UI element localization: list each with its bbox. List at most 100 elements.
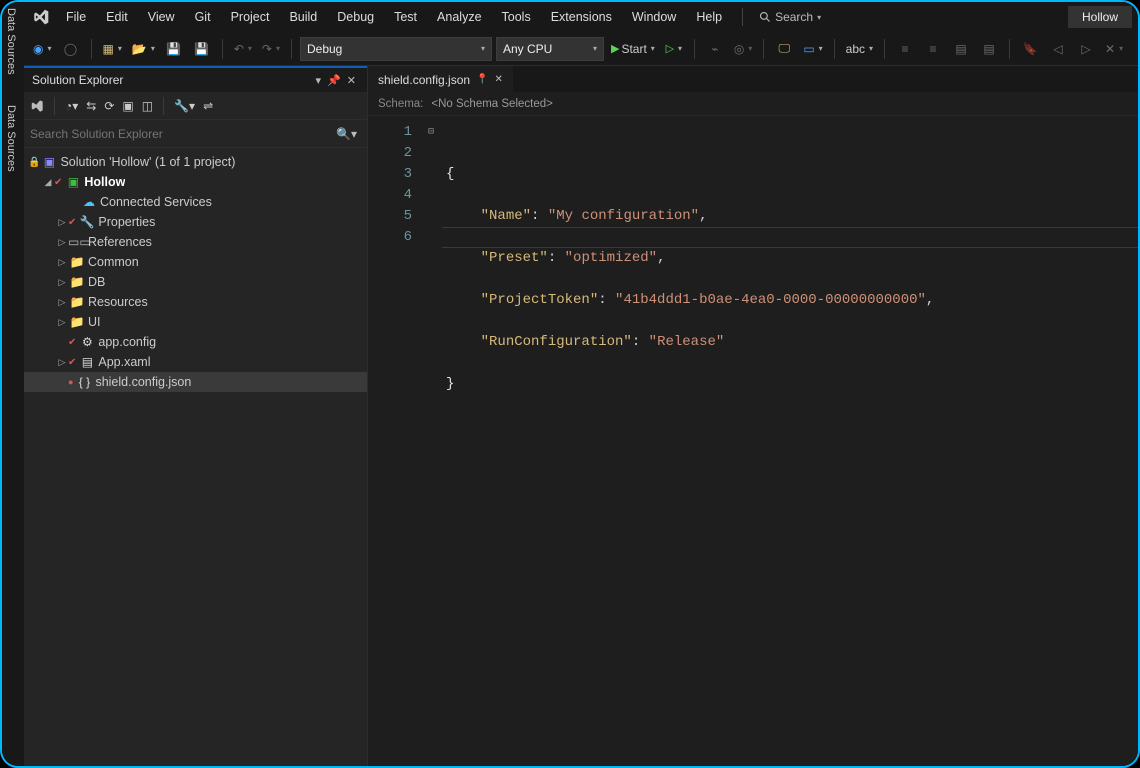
menu-tools[interactable]: Tools (492, 6, 541, 28)
expand-collapse-icon[interactable]: ▷ (56, 217, 68, 228)
folder-icon: 📁 (68, 255, 86, 269)
tree-file-shield-config[interactable]: ● { } shield.config.json (24, 372, 367, 392)
schema-bar: Schema: <No Schema Selected> (368, 92, 1138, 116)
tree-folder-ui[interactable]: ▷ 📁 UI (24, 312, 367, 332)
expand-collapse-icon[interactable]: ▷ (56, 257, 68, 268)
next-bookmark-button: ▷ (1074, 37, 1098, 61)
tree-connected-services[interactable]: ▶ ☁ Connected Services (24, 192, 367, 212)
tree-properties[interactable]: ▷ ✔ 🔧 Properties (24, 212, 367, 232)
tree-project-hollow[interactable]: ◢ ✔ ▣ Hollow (24, 172, 367, 192)
menu-project[interactable]: Project (221, 6, 280, 28)
browser-link-icon: 🖵 (779, 41, 791, 56)
line-number: 4 (374, 185, 412, 206)
expand-collapse-icon[interactable]: ▷ (56, 317, 68, 328)
menu-extensions[interactable]: Extensions (541, 6, 622, 28)
line-number-gutter: 1 2 3 4 5 6 (368, 116, 428, 766)
target-button: ◎▾ (731, 37, 756, 61)
tree-label: References (86, 235, 152, 249)
menu-window[interactable]: Window (622, 6, 686, 28)
solution-explorer-title: Solution Explorer (32, 73, 123, 87)
config-file-icon: ⚙ (78, 335, 96, 349)
show-all-files-icon[interactable]: ◫ (142, 99, 153, 113)
search-icon[interactable]: 🔍▾ (332, 127, 361, 141)
close-icon[interactable]: ✕ (495, 74, 503, 85)
undo-button[interactable]: ↶▾ (231, 37, 255, 61)
solution-platform-combo[interactable]: Any CPU▾ (496, 37, 604, 61)
side-tab-data-sources-1[interactable]: Data Sources (2, 2, 20, 81)
home-view-icon[interactable] (30, 99, 44, 113)
tree-label: Connected Services (98, 195, 212, 209)
menu-debug[interactable]: Debug (327, 6, 384, 28)
tree-label: UI (86, 315, 101, 329)
nav-back-button[interactable]: ◉▾ (30, 37, 55, 61)
expand-collapse-icon[interactable]: ▷ (56, 237, 68, 248)
uncomment-icon: ▤ (983, 42, 994, 56)
attach-button: ⌁ (703, 37, 727, 61)
search-icon (759, 11, 771, 23)
tree-folder-common[interactable]: ▷ 📁 Common (24, 252, 367, 272)
solution-search-input[interactable] (30, 127, 332, 141)
history-dropdown-icon[interactable]: ◔▾ (65, 99, 78, 113)
menu-test[interactable]: Test (384, 6, 427, 28)
open-file-button[interactable]: 📂▾ (129, 37, 158, 61)
browser-link-button[interactable]: 🖵 (772, 37, 796, 61)
cloud-icon: ☁ (80, 195, 98, 209)
bookmark-button: 🔖 (1018, 37, 1042, 61)
target-icon: ◎ (734, 42, 744, 56)
sync-icon[interactable]: ⇆ (86, 99, 96, 113)
menu-edit[interactable]: Edit (96, 6, 138, 28)
schema-selector[interactable]: <No Schema Selected> (431, 98, 552, 110)
side-tab-data-sources-2[interactable]: Data Sources (2, 99, 20, 178)
panel-dropdown-icon[interactable]: ▾ (313, 74, 325, 87)
quick-search[interactable]: Search ▾ (753, 8, 827, 26)
tree-solution-root[interactable]: 🔒 ▣ Solution 'Hollow' (1 of 1 project) (24, 152, 367, 172)
save-button[interactable]: 💾 (162, 37, 186, 61)
uncomment-button: ▤ (977, 37, 1001, 61)
redo-icon: ↷ (262, 42, 272, 56)
menu-view[interactable]: View (138, 6, 185, 28)
nav-fwd-button: ◯ (59, 37, 83, 61)
expand-collapse-icon[interactable]: ▷ (56, 277, 68, 288)
tree-file-app-xaml[interactable]: ▷ ✔ ▤ App.xaml (24, 352, 367, 372)
save-all-button[interactable]: 💾 (190, 37, 214, 61)
expand-collapse-icon[interactable]: ◢ (42, 177, 54, 188)
start-without-debug-button[interactable]: ▷▾ (662, 37, 686, 61)
menu-build[interactable]: Build (279, 6, 327, 28)
rename-button[interactable]: abc▾ (843, 37, 876, 61)
redo-button[interactable]: ↷▾ (259, 37, 283, 61)
menu-file[interactable]: File (56, 6, 96, 28)
menu-analyze[interactable]: Analyze (427, 6, 491, 28)
content-area: Solution Explorer ▾ 📌 ✕ ◔▾ ⇆ ⟳ ▣ ◫ (24, 66, 1138, 766)
live-share-button[interactable]: ▭▾ (800, 37, 825, 61)
preview-icon[interactable]: ⇌ (203, 99, 213, 113)
menu-help[interactable]: Help (686, 6, 732, 28)
tree-label: Common (86, 255, 139, 269)
start-debug-button[interactable]: ▶ Start ▾ (608, 37, 658, 61)
xaml-file-icon: ▤ (78, 355, 96, 369)
solution-explorer-panel: Solution Explorer ▾ 📌 ✕ ◔▾ ⇆ ⟳ ▣ ◫ (24, 66, 368, 766)
menu-git[interactable]: Git (185, 6, 221, 28)
lock-indicator-icon: 🔒 (28, 157, 40, 168)
solution-config-combo[interactable]: Debug▾ (300, 37, 492, 61)
pin-icon[interactable]: 📌 (324, 74, 344, 87)
new-item-button[interactable]: ▦▾ (100, 37, 125, 61)
expand-collapse-icon[interactable]: ▷ (56, 357, 68, 368)
properties-icon[interactable]: 🔧▾ (174, 99, 195, 113)
code-editor[interactable]: 1 2 3 4 5 6 ⊟ { "Name": "My configuratio… (368, 116, 1138, 766)
tree-folder-db[interactable]: ▷ 📁 DB (24, 272, 367, 292)
fold-toggle-icon[interactable]: ⊟ (428, 122, 434, 143)
comment-icon: ▤ (955, 42, 966, 56)
expand-collapse-icon[interactable]: ▷ (56, 297, 68, 308)
tree-references[interactable]: ▷ ▭▭ References (24, 232, 367, 252)
pin-icon[interactable]: 📍 (476, 74, 488, 85)
refresh-icon[interactable]: ⟳ (104, 99, 114, 113)
code-body[interactable]: { "Name": "My configuration", "Preset": … (442, 116, 1138, 766)
editor-tab-shield-config[interactable]: shield.config.json 📍 ✕ (368, 66, 513, 92)
solution-icon: ▣ (40, 155, 58, 169)
solution-tree: 🔒 ▣ Solution 'Hollow' (1 of 1 project) ◢… (24, 148, 367, 766)
tree-folder-resources[interactable]: ▷ 📁 Resources (24, 292, 367, 312)
close-icon[interactable]: ✕ (344, 74, 359, 87)
solution-explorer-titlebar: Solution Explorer ▾ 📌 ✕ (24, 66, 367, 92)
collapse-all-icon[interactable]: ▣ (122, 99, 133, 113)
tree-file-app-config[interactable]: ✔ ⚙ app.config (24, 332, 367, 352)
